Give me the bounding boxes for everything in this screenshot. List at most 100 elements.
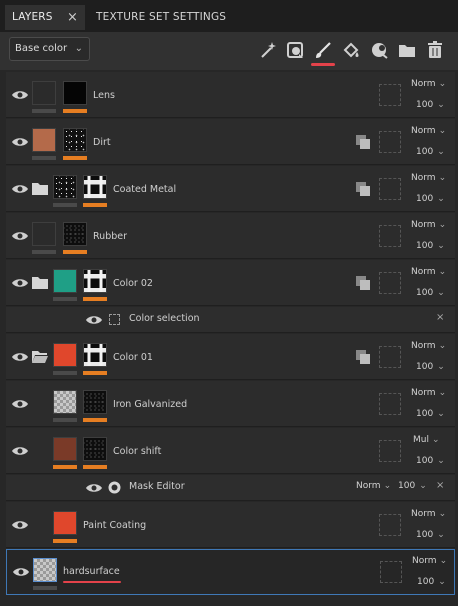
blend-mode-select[interactable]: Norm ⌄ — [411, 126, 446, 136]
blend-mode-select[interactable]: Norm ⌄ — [411, 267, 446, 277]
opacity-field[interactable]: 100 ⌄ — [416, 241, 445, 251]
effect-row-mask-editor[interactable]: Mask Editor Norm ⌄ 100 ⌄ × — [6, 475, 455, 501]
drop-target[interactable] — [380, 561, 402, 583]
mask-effect-icon[interactable] — [284, 39, 306, 61]
blend-mode-select[interactable]: Norm ⌄ — [411, 220, 446, 230]
tab-layers[interactable]: LAYERS × — [5, 5, 85, 30]
drop-target[interactable] — [379, 272, 401, 294]
opacity-field[interactable]: 100 ⌄ — [416, 456, 445, 466]
chevron-down-icon: ⌄ — [437, 100, 445, 110]
layer-row-iron-galvanized[interactable]: Iron Galvanized Norm ⌄ 100 ⌄ — [6, 381, 455, 427]
layer-row-lens[interactable]: Lens Norm ⌄ 100 ⌄ — [6, 72, 455, 118]
duplicate-mask-icon[interactable] — [355, 134, 371, 150]
opacity-field[interactable]: 100 ⌄ — [416, 288, 445, 298]
opacity-field[interactable]: 100 ⌄ — [416, 530, 445, 540]
visibility-eye-icon[interactable] — [11, 136, 29, 148]
layer-row-rubber[interactable]: Rubber Norm ⌄ 100 ⌄ — [6, 213, 455, 259]
folder-icon[interactable] — [32, 182, 48, 195]
duplicate-mask-icon[interactable] — [355, 275, 371, 291]
paint-brush-icon[interactable] — [312, 39, 334, 61]
visibility-eye-icon[interactable] — [11, 89, 29, 101]
chevron-down-icon: ⌄ — [431, 435, 440, 445]
opacity-field[interactable]: 100 ⌄ — [416, 409, 445, 419]
drop-target[interactable] — [379, 178, 401, 200]
opacity-field[interactable]: 100 ⌄ — [416, 362, 445, 372]
fill-bucket-icon[interactable] — [340, 39, 362, 61]
drop-target[interactable] — [379, 440, 401, 462]
drop-target[interactable] — [379, 346, 401, 368]
chevron-down-icon: ⌄ — [437, 288, 445, 298]
layer-row-color-02[interactable]: Color 02 Norm ⌄ 100 ⌄ — [6, 260, 455, 306]
visibility-eye-icon[interactable] — [85, 482, 103, 494]
thumbnail-bar — [32, 156, 56, 160]
blend-mode-select[interactable]: Mul ⌄ — [413, 435, 440, 445]
visibility-eye-icon[interactable] — [11, 445, 29, 457]
blend-mode-select[interactable]: Norm ⌄ — [411, 509, 446, 519]
mask-active-bar — [83, 418, 107, 422]
blend-mode-select[interactable]: Norm ⌄ — [356, 481, 391, 491]
visibility-eye-icon[interactable] — [11, 398, 29, 410]
thumbnail-active-bar — [53, 465, 77, 469]
smart-material-icon[interactable] — [368, 39, 390, 61]
folder-icon[interactable] — [32, 276, 48, 289]
opacity-field[interactable]: 100 ⌄ — [416, 147, 445, 157]
drop-target[interactable] — [379, 225, 401, 247]
visibility-eye-icon[interactable] — [11, 230, 29, 242]
mask-active-bar — [83, 297, 107, 301]
duplicate-mask-icon[interactable] — [355, 349, 371, 365]
visibility-eye-icon[interactable] — [11, 183, 29, 195]
blend-mode-select[interactable]: Norm ⌄ — [411, 388, 446, 398]
opacity-field[interactable]: 100 ⌄ — [398, 481, 427, 491]
panel-tabs: LAYERS × TEXTURE SET SETTINGS — [0, 0, 458, 32]
layer-row-dirt[interactable]: Dirt Norm ⌄ 100 ⌄ — [6, 119, 455, 165]
drop-target[interactable] — [379, 131, 401, 153]
trash-icon[interactable] — [424, 39, 446, 61]
layer-row-paint-coating[interactable]: Paint Coating Norm ⌄ 100 ⌄ — [6, 502, 455, 548]
chevron-down-icon: ⌄ — [438, 267, 447, 277]
remove-effect-icon[interactable]: × — [436, 480, 444, 491]
blend-mode-select[interactable]: Norm ⌄ — [411, 173, 446, 183]
mask-thumbnail — [83, 269, 107, 293]
blend-mode-select[interactable]: Norm ⌄ — [411, 79, 446, 89]
opacity-field[interactable]: 100 ⌄ — [417, 577, 446, 587]
fill-layer-thumbnail — [53, 437, 77, 461]
duplicate-mask-icon[interactable] — [355, 181, 371, 197]
layer-row-color-shift[interactable]: Color shift Mul ⌄ 100 ⌄ — [6, 428, 455, 474]
layer-name: Iron Galvanized — [113, 399, 188, 410]
visibility-eye-icon[interactable] — [11, 519, 29, 531]
visibility-eye-icon[interactable] — [11, 277, 29, 289]
layer-name: Lens — [93, 90, 115, 101]
chevron-down-icon: ⌄ — [437, 194, 445, 204]
fill-layer-thumbnail — [53, 269, 77, 293]
folder-icon[interactable] — [396, 39, 418, 61]
opacity-field[interactable]: 100 ⌄ — [416, 100, 445, 110]
opacity-field[interactable]: 100 ⌄ — [416, 194, 445, 204]
mask-active-bar — [83, 203, 107, 207]
remove-effect-icon[interactable]: × — [436, 312, 444, 323]
tab-close-icon[interactable]: × — [67, 5, 78, 30]
opacity-value: 100 — [416, 241, 434, 251]
blend-channel-select[interactable]: Base color ⌄ — [9, 37, 90, 61]
visibility-eye-icon[interactable] — [11, 351, 29, 363]
layer-row-color-01[interactable]: Color 01 Norm ⌄ 100 ⌄ — [6, 334, 455, 380]
effect-row-color-selection[interactable]: Color selection × — [6, 307, 455, 333]
blend-mode-value: Norm — [356, 481, 381, 491]
thumbnail-bar — [32, 250, 56, 254]
layer-row-hardsurface[interactable]: hardsurface Norm ⌄ 100 ⌄ — [6, 549, 455, 595]
active-tool-underline — [311, 63, 335, 66]
blend-mode-value: Norm — [411, 509, 436, 519]
drop-target[interactable] — [379, 514, 401, 536]
magic-wand-icon[interactable] — [257, 39, 279, 61]
mask-active-bar — [63, 156, 87, 160]
fill-layer-thumbnail — [32, 81, 56, 105]
layer-name: Rubber — [93, 231, 128, 242]
blend-mode-select[interactable]: Norm ⌄ — [412, 556, 447, 566]
tab-texture-set-settings[interactable]: TEXTURE SET SETTINGS — [88, 5, 243, 30]
visibility-eye-icon[interactable] — [12, 566, 30, 578]
drop-target[interactable] — [379, 393, 401, 415]
drop-target[interactable] — [379, 84, 401, 106]
layer-row-coated-metal[interactable]: Coated Metal Norm ⌄ 100 ⌄ — [6, 166, 455, 212]
folder-open-icon[interactable] — [32, 350, 48, 363]
visibility-eye-icon[interactable] — [85, 314, 103, 326]
blend-mode-select[interactable]: Norm ⌄ — [411, 341, 446, 351]
